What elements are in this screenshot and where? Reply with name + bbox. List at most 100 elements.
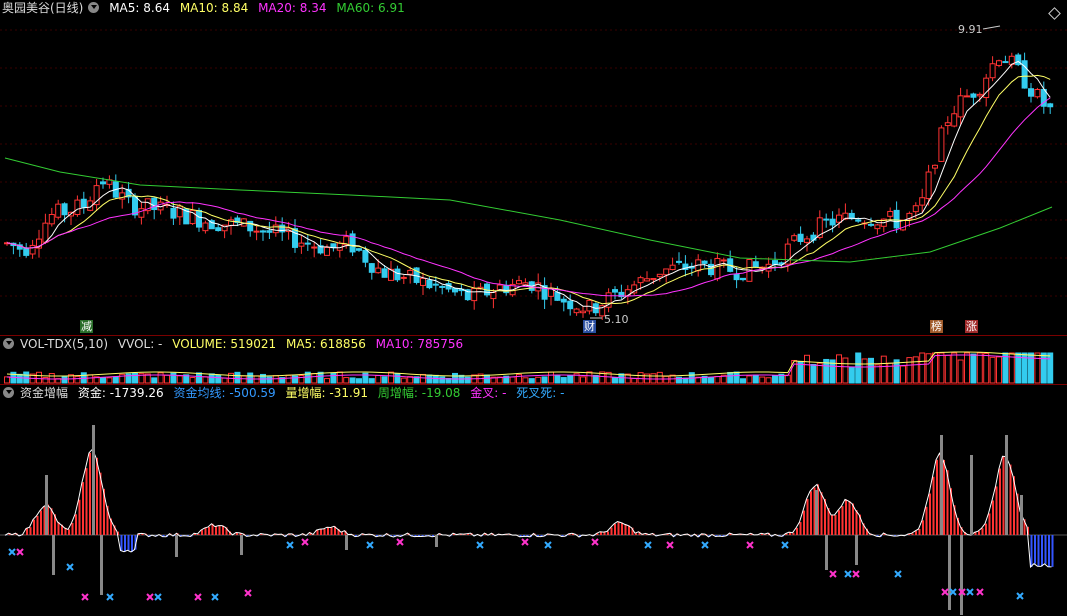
fund-bar — [320, 529, 322, 535]
volume-bar — [554, 375, 561, 384]
volume-bar — [836, 354, 842, 384]
candle-body — [573, 308, 580, 314]
fund-bar — [834, 514, 837, 535]
volume-bar — [368, 378, 375, 384]
ma-line — [6, 60, 1051, 309]
volume-bar — [439, 376, 446, 384]
fund-bar — [918, 528, 921, 535]
candle-body — [893, 209, 900, 229]
volume-bar — [752, 374, 759, 384]
volume-bar — [714, 375, 721, 384]
volume-bar — [311, 373, 318, 384]
candle-body — [874, 224, 881, 230]
fund-bar — [992, 500, 994, 535]
fund-bar — [925, 506, 928, 535]
volume-bar — [74, 375, 81, 384]
volume-bar — [317, 371, 324, 384]
candle-body — [804, 238, 810, 243]
event-tag-cai[interactable]: 财 — [583, 320, 596, 333]
cross-marker — [106, 593, 114, 601]
fund-bar — [1002, 456, 1005, 535]
volume-bar — [861, 358, 868, 384]
volume-bar — [266, 376, 273, 384]
volume-bar — [215, 374, 222, 384]
volume-bar — [784, 374, 791, 384]
cross-marker — [666, 541, 674, 549]
fund-spike — [970, 455, 973, 535]
candle-body — [132, 195, 138, 216]
event-tag-zhang[interactable]: 涨 — [965, 320, 978, 333]
candle-body — [663, 268, 670, 276]
fund-bar — [838, 510, 840, 535]
candle-body — [970, 93, 977, 98]
volume-bar — [394, 373, 401, 384]
candle-body — [887, 210, 894, 217]
fund-panel[interactable]: 资金增幅 资金: -1739.26 资金均线: -500.59 量增幅: -31… — [0, 385, 1067, 616]
volume-bar — [247, 372, 254, 384]
fund-spike — [940, 435, 943, 535]
cross-marker — [16, 548, 24, 556]
fund-bar — [831, 514, 833, 535]
fund-bar — [999, 468, 1001, 535]
volume-bar — [484, 374, 490, 384]
cross-marker — [844, 570, 852, 578]
fund-bar — [614, 523, 616, 535]
fund-bar — [218, 525, 221, 535]
fund-bar — [855, 510, 858, 535]
fund-bar — [26, 528, 28, 535]
volume-bar — [4, 376, 10, 384]
candle-body — [919, 197, 926, 206]
candle-body — [375, 267, 382, 274]
price-panel[interactable]: 奥园美谷(日线) MA5: 8.64 MA10: 8.84 MA20: 8.34… — [0, 0, 1067, 335]
candle-body — [951, 113, 958, 127]
volume-bar — [202, 376, 209, 384]
volume-bar — [16, 373, 23, 384]
volume-bar — [970, 353, 977, 384]
candle-body — [1034, 89, 1041, 98]
event-tag-bang[interactable]: 榜 — [930, 320, 943, 333]
fund-bar — [208, 526, 210, 535]
fund-spike — [960, 535, 963, 615]
candle-body — [823, 218, 830, 221]
candle-body — [554, 291, 561, 301]
cross-marker — [852, 570, 860, 578]
fund-bar — [810, 491, 812, 535]
candle-body — [957, 95, 964, 118]
fund-bar — [981, 528, 984, 535]
volume-bar — [388, 371, 394, 384]
volume-bar — [1034, 352, 1041, 384]
fund-bar — [201, 530, 203, 535]
fund-bar — [985, 523, 987, 535]
event-tag-jian[interactable]: 减 — [80, 320, 93, 333]
cross-marker — [8, 548, 16, 556]
ma-line — [6, 97, 1051, 297]
volume-panel[interactable]: VOL-TDX(5,10) VVOL: - VOLUME: 519021 MA5… — [0, 336, 1067, 384]
cross-marker — [829, 570, 837, 578]
candle-body — [656, 273, 663, 278]
volume-bar — [426, 374, 433, 384]
volume-bar — [375, 375, 382, 384]
volume-bar — [983, 352, 990, 384]
fund-spike — [45, 475, 48, 535]
candle-body — [516, 280, 522, 285]
volume-bar — [196, 372, 202, 384]
fund-bar — [127, 535, 130, 551]
volume-bar — [957, 359, 964, 384]
low-price-label: 5.10 — [604, 313, 629, 326]
volume-bar — [989, 356, 996, 384]
candle-body — [996, 60, 1002, 66]
fund-spike — [815, 490, 818, 535]
fund-bar — [341, 532, 343, 535]
candle-body — [324, 247, 330, 256]
candle-body — [791, 235, 798, 241]
fund-spike — [1005, 435, 1008, 535]
fund-spike — [435, 535, 438, 547]
fund-spike — [240, 535, 243, 555]
volume-bars[interactable] — [0, 336, 1067, 384]
fund-bar — [799, 522, 802, 535]
fund-indicator-chart[interactable] — [0, 385, 1067, 616]
volume-bar — [868, 357, 874, 384]
volume-bar — [516, 373, 522, 384]
fund-line — [4, 448, 1052, 569]
candlestick-chart[interactable] — [0, 0, 1067, 335]
